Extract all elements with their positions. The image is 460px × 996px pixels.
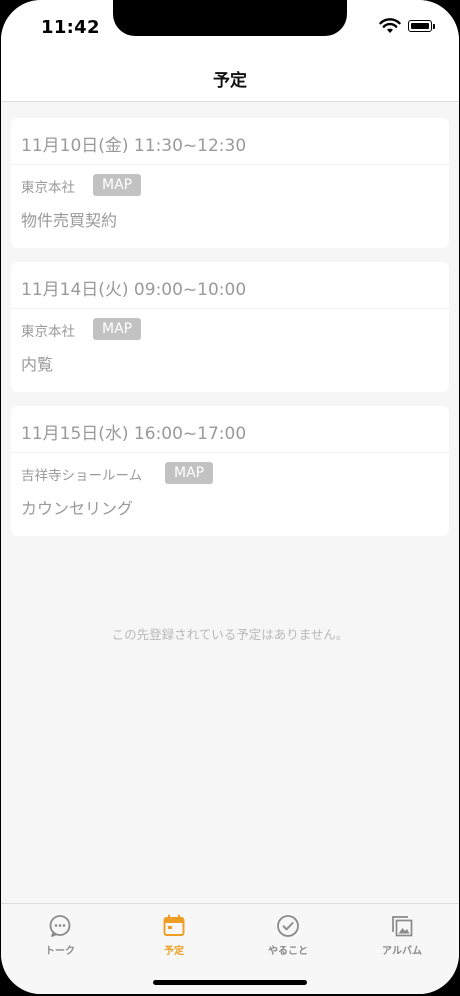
- battery-tip: [433, 24, 435, 29]
- tab-label: やること: [268, 946, 308, 957]
- status-time: 11:42: [41, 17, 100, 38]
- card-divider: [11, 164, 449, 165]
- schedule-card[interactable]: 11月14日(火) 09:00~10:00 東京本社 MAP 内覧: [11, 262, 449, 392]
- tab-label: トーク: [45, 946, 75, 957]
- chat-bubble-icon: [49, 915, 71, 937]
- navigation-bar: 予定: [1, 48, 459, 102]
- phone-frame: 11:42 予定 11月10日(金) 11:30~12:30 東京本社 MAP …: [0, 0, 460, 996]
- check-circle-icon: [277, 915, 299, 937]
- tab-talk[interactable]: トーク: [15, 910, 105, 960]
- page-title: 予定: [213, 71, 247, 91]
- schedule-location: 東京本社: [21, 324, 75, 340]
- map-button[interactable]: MAP: [93, 318, 142, 340]
- tab-schedule[interactable]: 予定: [129, 910, 219, 960]
- schedule-card[interactable]: 11月15日(水) 16:00~17:00 吉祥寺ショールーム MAP カウンセ…: [11, 406, 449, 536]
- schedule-card[interactable]: 11月10日(金) 11:30~12:30 東京本社 MAP 物件売買契約: [11, 118, 449, 248]
- tab-todo[interactable]: やること: [243, 910, 333, 960]
- no-more-schedules-message: この先登録されている予定はありません。: [111, 627, 349, 642]
- schedule-date: 11月15日(水) 16:00~17:00: [21, 424, 247, 444]
- calendar-icon: [163, 914, 185, 936]
- photo-album-icon: [392, 916, 413, 937]
- schedule-date: 11月14日(火) 09:00~10:00: [21, 280, 247, 300]
- tab-label: 予定: [164, 946, 184, 957]
- card-divider: [11, 308, 449, 309]
- schedule-title: 物件売買契約: [21, 211, 118, 230]
- tab-album[interactable]: アルバム: [357, 910, 447, 960]
- schedule-date: 11月10日(金) 11:30~12:30: [21, 136, 247, 156]
- map-button[interactable]: MAP: [165, 462, 214, 484]
- schedule-location: 東京本社: [21, 180, 75, 196]
- schedule-location: 吉祥寺ショールーム: [21, 468, 143, 484]
- battery-icon: [408, 20, 432, 32]
- map-button[interactable]: MAP: [93, 174, 142, 196]
- schedule-title: 内覧: [21, 355, 54, 374]
- wifi-icon: [379, 18, 401, 33]
- tab-label: アルバム: [382, 946, 422, 957]
- card-divider: [11, 452, 449, 453]
- home-indicator: [153, 980, 307, 985]
- status-bar: 11:42: [1, 0, 459, 48]
- schedule-title: カウンセリング: [21, 499, 134, 518]
- notch: [113, 0, 347, 36]
- screen: 11:42 予定 11月10日(金) 11:30~12:30 東京本社 MAP …: [1, 0, 459, 994]
- battery-level: [410, 22, 429, 29]
